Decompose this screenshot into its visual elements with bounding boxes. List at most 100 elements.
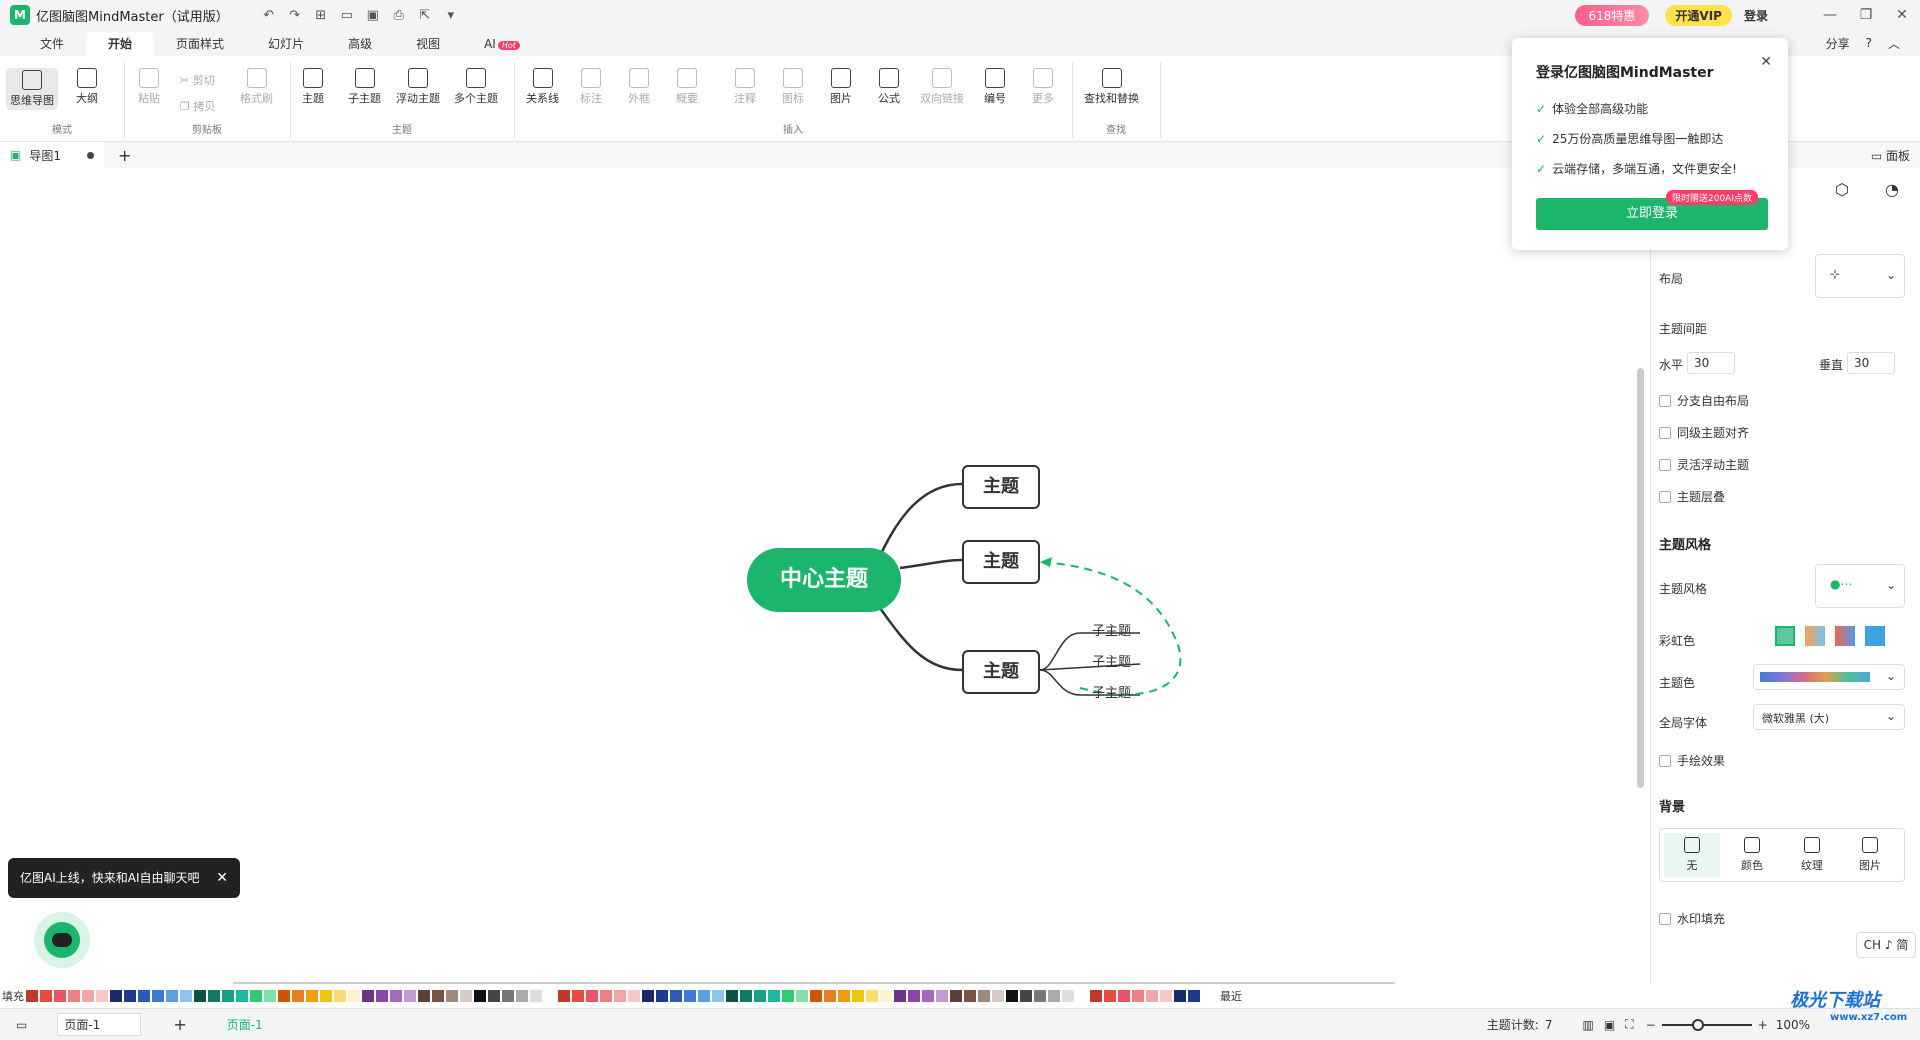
rainbow-option-icon[interactable] bbox=[1835, 626, 1855, 646]
color-swatch[interactable] bbox=[1174, 990, 1186, 1002]
minimize-icon[interactable]: — bbox=[1812, 7, 1848, 23]
color-swatch[interactable] bbox=[530, 990, 542, 1002]
add-topic-button[interactable]: 主题 bbox=[302, 68, 324, 106]
ai-tooltip-close-icon[interactable]: ✕ bbox=[216, 858, 228, 898]
vertical-scrollbar[interactable] bbox=[1637, 368, 1644, 788]
color-swatch[interactable] bbox=[1034, 990, 1046, 1002]
color-swatch[interactable] bbox=[222, 990, 234, 1002]
style-select[interactable]: ●⋯ ⌄ bbox=[1815, 564, 1905, 608]
subtopic[interactable]: 子主题 bbox=[1092, 620, 1131, 639]
note-button[interactable]: 注释 bbox=[734, 68, 756, 106]
main-topic[interactable]: 主题 bbox=[962, 540, 1040, 584]
redo-icon[interactable]: ↷ bbox=[285, 8, 305, 23]
font-select[interactable]: 微软雅黑 (大) ⌄ bbox=[1753, 704, 1905, 730]
color-swatch[interactable] bbox=[264, 990, 276, 1002]
customize-icon[interactable]: ▾ bbox=[441, 8, 461, 23]
color-swatch[interactable] bbox=[516, 990, 528, 1002]
numbering-button[interactable]: 编号 bbox=[984, 68, 1006, 106]
color-swatch[interactable] bbox=[796, 990, 808, 1002]
ai-assistant-button[interactable] bbox=[34, 912, 90, 968]
color-swatch[interactable] bbox=[544, 990, 556, 1002]
summary-button[interactable]: 概要 bbox=[676, 68, 698, 106]
color-swatch[interactable] bbox=[880, 990, 892, 1002]
doc-tab[interactable]: ▣ 导图1 bbox=[0, 142, 104, 168]
color-swatch[interactable] bbox=[558, 990, 570, 1002]
bg-texture-option[interactable]: 纹理 bbox=[1784, 833, 1840, 877]
color-swatch[interactable] bbox=[1146, 990, 1158, 1002]
color-swatch[interactable] bbox=[572, 990, 584, 1002]
color-swatch[interactable] bbox=[418, 990, 430, 1002]
color-swatch[interactable] bbox=[908, 990, 920, 1002]
bg-image-option[interactable]: 图片 bbox=[1842, 833, 1898, 877]
overlap-checkbox[interactable]: 主题层叠 bbox=[1659, 488, 1725, 505]
history-tab-icon[interactable]: ◔ bbox=[1885, 180, 1899, 199]
color-swatch[interactable] bbox=[684, 990, 696, 1002]
more-button[interactable]: 更多 bbox=[1032, 68, 1054, 106]
subtopic[interactable]: 子主题 bbox=[1092, 682, 1131, 701]
color-swatch[interactable] bbox=[1188, 990, 1200, 1002]
color-swatch[interactable] bbox=[376, 990, 388, 1002]
share-button[interactable]: 分享 bbox=[1826, 35, 1850, 52]
add-tab-icon[interactable]: + bbox=[118, 146, 131, 165]
central-topic[interactable]: 中心主题 bbox=[747, 548, 901, 612]
color-swatch[interactable] bbox=[824, 990, 836, 1002]
color-swatch[interactable] bbox=[124, 990, 136, 1002]
color-swatch[interactable] bbox=[894, 990, 906, 1002]
fullscreen-icon[interactable]: ⛶ bbox=[1625, 1017, 1633, 1032]
page-select[interactable]: 页面-1 bbox=[57, 1013, 142, 1036]
color-swatch[interactable] bbox=[236, 990, 248, 1002]
copy-button[interactable]: ❐ 拷贝 bbox=[180, 98, 215, 114]
align-checkbox[interactable]: 同级主题对齐 bbox=[1659, 424, 1749, 441]
menu-view[interactable]: 视图 bbox=[394, 32, 462, 56]
new-file-icon[interactable]: ⊞ bbox=[311, 8, 331, 23]
help-icon[interactable]: ? bbox=[1866, 36, 1872, 50]
color-swatch[interactable] bbox=[950, 990, 962, 1002]
color-swatch[interactable] bbox=[1132, 990, 1144, 1002]
color-swatch[interactable] bbox=[1076, 990, 1088, 1002]
main-topic[interactable]: 主题 bbox=[962, 650, 1040, 694]
color-swatch[interactable] bbox=[488, 990, 500, 1002]
bilink-button[interactable]: 双向链接 bbox=[920, 68, 964, 106]
promo-badge[interactable]: 618特惠 bbox=[1574, 4, 1650, 26]
multi-topic-button[interactable]: 多个主题 bbox=[454, 68, 498, 106]
color-swatch[interactable] bbox=[390, 990, 402, 1002]
save-icon[interactable]: ▣ bbox=[363, 8, 383, 23]
watermark-checkbox[interactable]: 水印填充 bbox=[1659, 910, 1725, 927]
color-swatch[interactable] bbox=[460, 990, 472, 1002]
color-swatch[interactable] bbox=[96, 990, 108, 1002]
print-icon[interactable]: ⎙ bbox=[389, 8, 409, 23]
color-swatch[interactable] bbox=[348, 990, 360, 1002]
color-swatch[interactable] bbox=[754, 990, 766, 1002]
style-tab-icon[interactable]: ⬡ bbox=[1835, 180, 1849, 199]
theme-color-select[interactable]: ⌄ bbox=[1753, 664, 1905, 690]
menu-advanced[interactable]: 高级 bbox=[326, 32, 394, 56]
paste-button[interactable]: 粘贴 bbox=[138, 68, 160, 106]
color-swatch[interactable] bbox=[964, 990, 976, 1002]
rainbow-option-icon[interactable] bbox=[1775, 626, 1795, 646]
relation-button[interactable]: 关系线 bbox=[526, 68, 559, 106]
color-swatch[interactable] bbox=[614, 990, 626, 1002]
color-swatch[interactable] bbox=[194, 990, 206, 1002]
zoom-out-icon[interactable]: − bbox=[1646, 1018, 1656, 1032]
color-swatch[interactable] bbox=[628, 990, 640, 1002]
color-swatch[interactable] bbox=[306, 990, 318, 1002]
color-swatch[interactable] bbox=[810, 990, 822, 1002]
open-file-icon[interactable]: ▭ bbox=[337, 8, 357, 23]
color-swatch[interactable] bbox=[922, 990, 934, 1002]
color-swatch[interactable] bbox=[446, 990, 458, 1002]
color-swatch[interactable] bbox=[670, 990, 682, 1002]
vertical-spacing-input[interactable]: 30 bbox=[1847, 352, 1895, 374]
color-swatch[interactable] bbox=[992, 990, 1004, 1002]
color-swatch[interactable] bbox=[838, 990, 850, 1002]
mindmap-canvas[interactable]: 中心主题 主题 主题 主题 子主题 子主题 子主题 bbox=[0, 168, 1650, 989]
collapse-ribbon-icon[interactable]: ︿ bbox=[1888, 35, 1900, 52]
color-swatch[interactable] bbox=[110, 990, 122, 1002]
export-icon[interactable]: ⇱ bbox=[415, 8, 435, 23]
color-swatch[interactable] bbox=[698, 990, 710, 1002]
add-subtopic-button[interactable]: 子主题 bbox=[348, 68, 381, 106]
color-swatch[interactable] bbox=[1160, 990, 1172, 1002]
color-swatch[interactable] bbox=[768, 990, 780, 1002]
formula-button[interactable]: 公式 bbox=[878, 68, 900, 106]
close-icon[interactable]: ✕ bbox=[1884, 7, 1920, 23]
boundary-button[interactable]: 外框 bbox=[628, 68, 650, 106]
